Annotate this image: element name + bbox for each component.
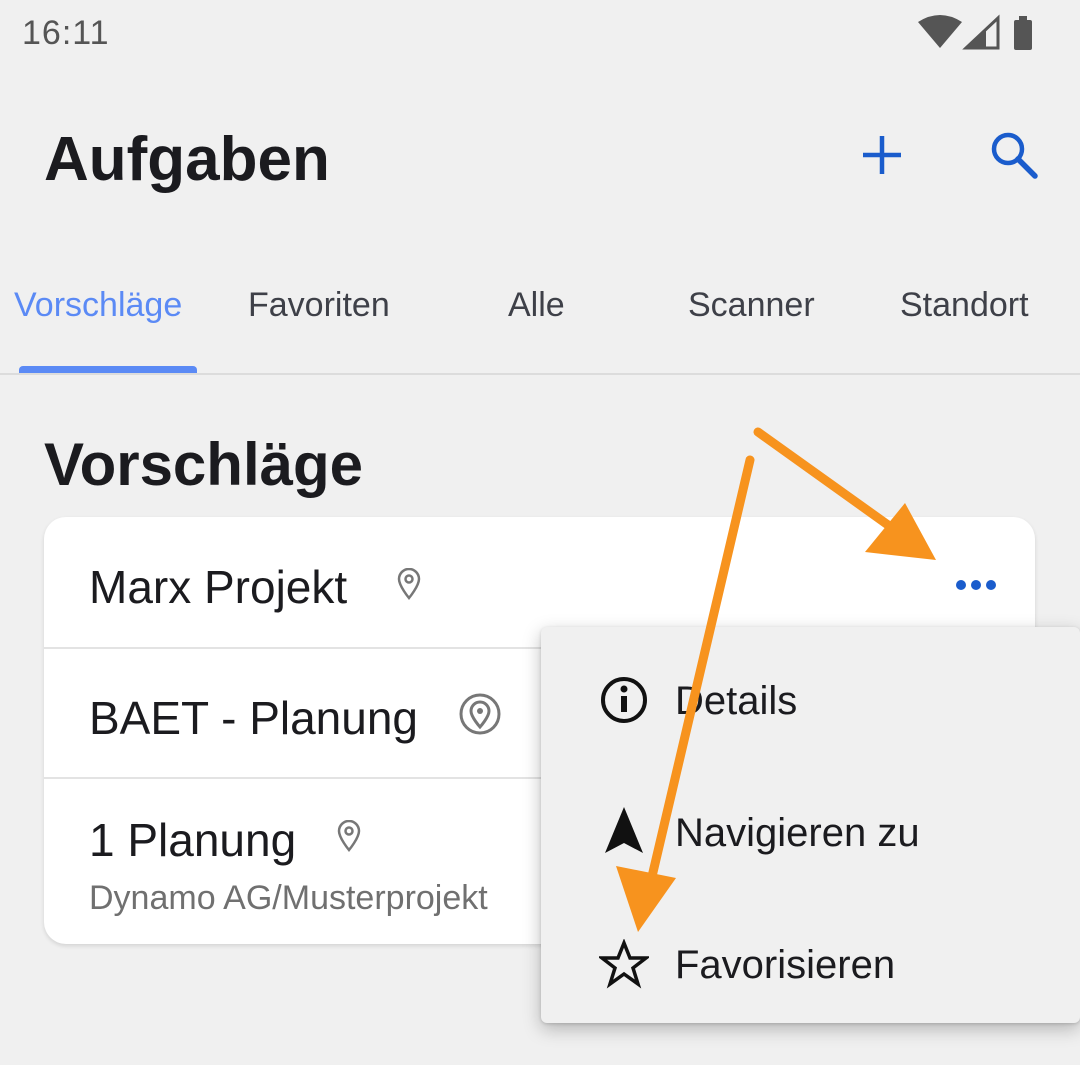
- task-title: BAET - Planung: [89, 692, 419, 744]
- info-icon: [601, 677, 647, 723]
- status-icons: [918, 14, 1032, 50]
- menu-item-label: Favorisieren: [675, 943, 896, 987]
- task-title: 1 Planung: [89, 814, 297, 866]
- menu-item-details[interactable]: Details: [541, 633, 1080, 765]
- tab-standort[interactable]: Standort: [900, 286, 1029, 325]
- plus-icon: [863, 136, 901, 174]
- wifi-icon: [918, 15, 962, 48]
- context-menu: Details Navigieren zu Favorisieren: [541, 627, 1080, 1023]
- tab-divider: [0, 373, 1080, 375]
- star-outline-icon: [599, 939, 649, 989]
- navigation-arrow-icon: [605, 807, 643, 853]
- tab-favoriten[interactable]: Favoriten: [248, 286, 390, 325]
- tab-vorschlaege[interactable]: Vorschläge: [14, 286, 182, 325]
- tab-scanner[interactable]: Scanner: [688, 286, 815, 325]
- location-pin-icon: [337, 820, 361, 852]
- location-target-icon: [459, 693, 501, 735]
- battery-icon: [1014, 16, 1032, 50]
- signal-icon: [962, 14, 1000, 50]
- search-button[interactable]: [979, 120, 1049, 190]
- add-button[interactable]: [847, 120, 917, 190]
- page-title: Aufgaben: [44, 125, 330, 194]
- search-icon: [991, 132, 1038, 179]
- more-options-button[interactable]: [946, 565, 1006, 605]
- more-horizontal-icon: [956, 580, 996, 590]
- status-time: 16:11: [22, 14, 110, 52]
- menu-item-label: Details: [675, 679, 798, 723]
- menu-item-label: Navigieren zu: [675, 811, 920, 855]
- section-title: Vorschläge: [44, 431, 364, 498]
- menu-item-navigate[interactable]: Navigieren zu: [541, 765, 1080, 897]
- task-title: Marx Projekt: [89, 561, 348, 613]
- location-pin-icon: [397, 568, 421, 600]
- task-subtitle: Dynamo AG/Musterprojekt: [89, 879, 488, 917]
- tab-alle[interactable]: Alle: [508, 286, 565, 325]
- menu-item-favorite[interactable]: Favorisieren: [541, 897, 1080, 1029]
